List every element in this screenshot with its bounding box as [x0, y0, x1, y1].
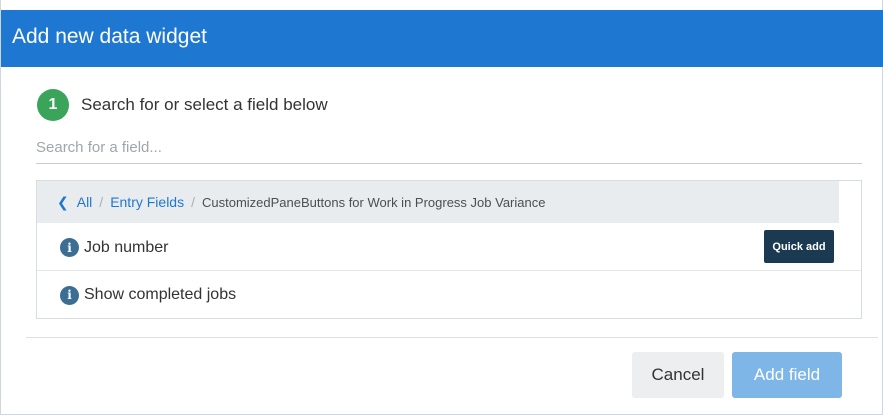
info-icon[interactable]: i — [60, 285, 79, 305]
field-item-job-number[interactable]: i Job number Quick add — [37, 225, 861, 271]
field-list-panel: ❮ All / Entry Fields / CustomizedPaneBut… — [36, 180, 862, 319]
field-label: Show completed jobs — [84, 286, 237, 303]
breadcrumb-entry-fields[interactable]: Entry Fields — [110, 194, 184, 210]
cancel-button[interactable]: Cancel — [632, 352, 724, 398]
add-field-button[interactable]: Add field — [732, 352, 842, 398]
step-number-badge: 1 — [37, 89, 69, 121]
breadcrumb-current: CustomizedPaneButtons for Work in Progre… — [202, 194, 546, 210]
breadcrumb-separator: / — [191, 194, 195, 210]
field-item-show-completed-jobs[interactable]: i Show completed jobs — [37, 272, 861, 318]
breadcrumb: ❮ All / Entry Fields / CustomizedPaneBut… — [37, 181, 839, 223]
step-instruction: 1 Search for or select a field below — [37, 89, 328, 121]
dialog-header: Add new data widget — [1, 10, 883, 67]
chevron-left-icon[interactable]: ❮ — [57, 194, 69, 211]
step-text: Search for or select a field below — [81, 95, 328, 114]
breadcrumb-all[interactable]: All — [77, 194, 93, 210]
footer-divider — [26, 337, 878, 338]
add-data-widget-dialog: Add new data widget 1 Search for or sele… — [0, 0, 883, 415]
search-input[interactable] — [36, 132, 862, 164]
dialog-title: Add new data widget — [12, 25, 207, 48]
quick-add-button[interactable]: Quick add — [764, 230, 834, 263]
info-icon[interactable]: i — [60, 238, 79, 257]
field-label: Job number — [84, 238, 169, 256]
breadcrumb-separator: / — [99, 194, 104, 210]
